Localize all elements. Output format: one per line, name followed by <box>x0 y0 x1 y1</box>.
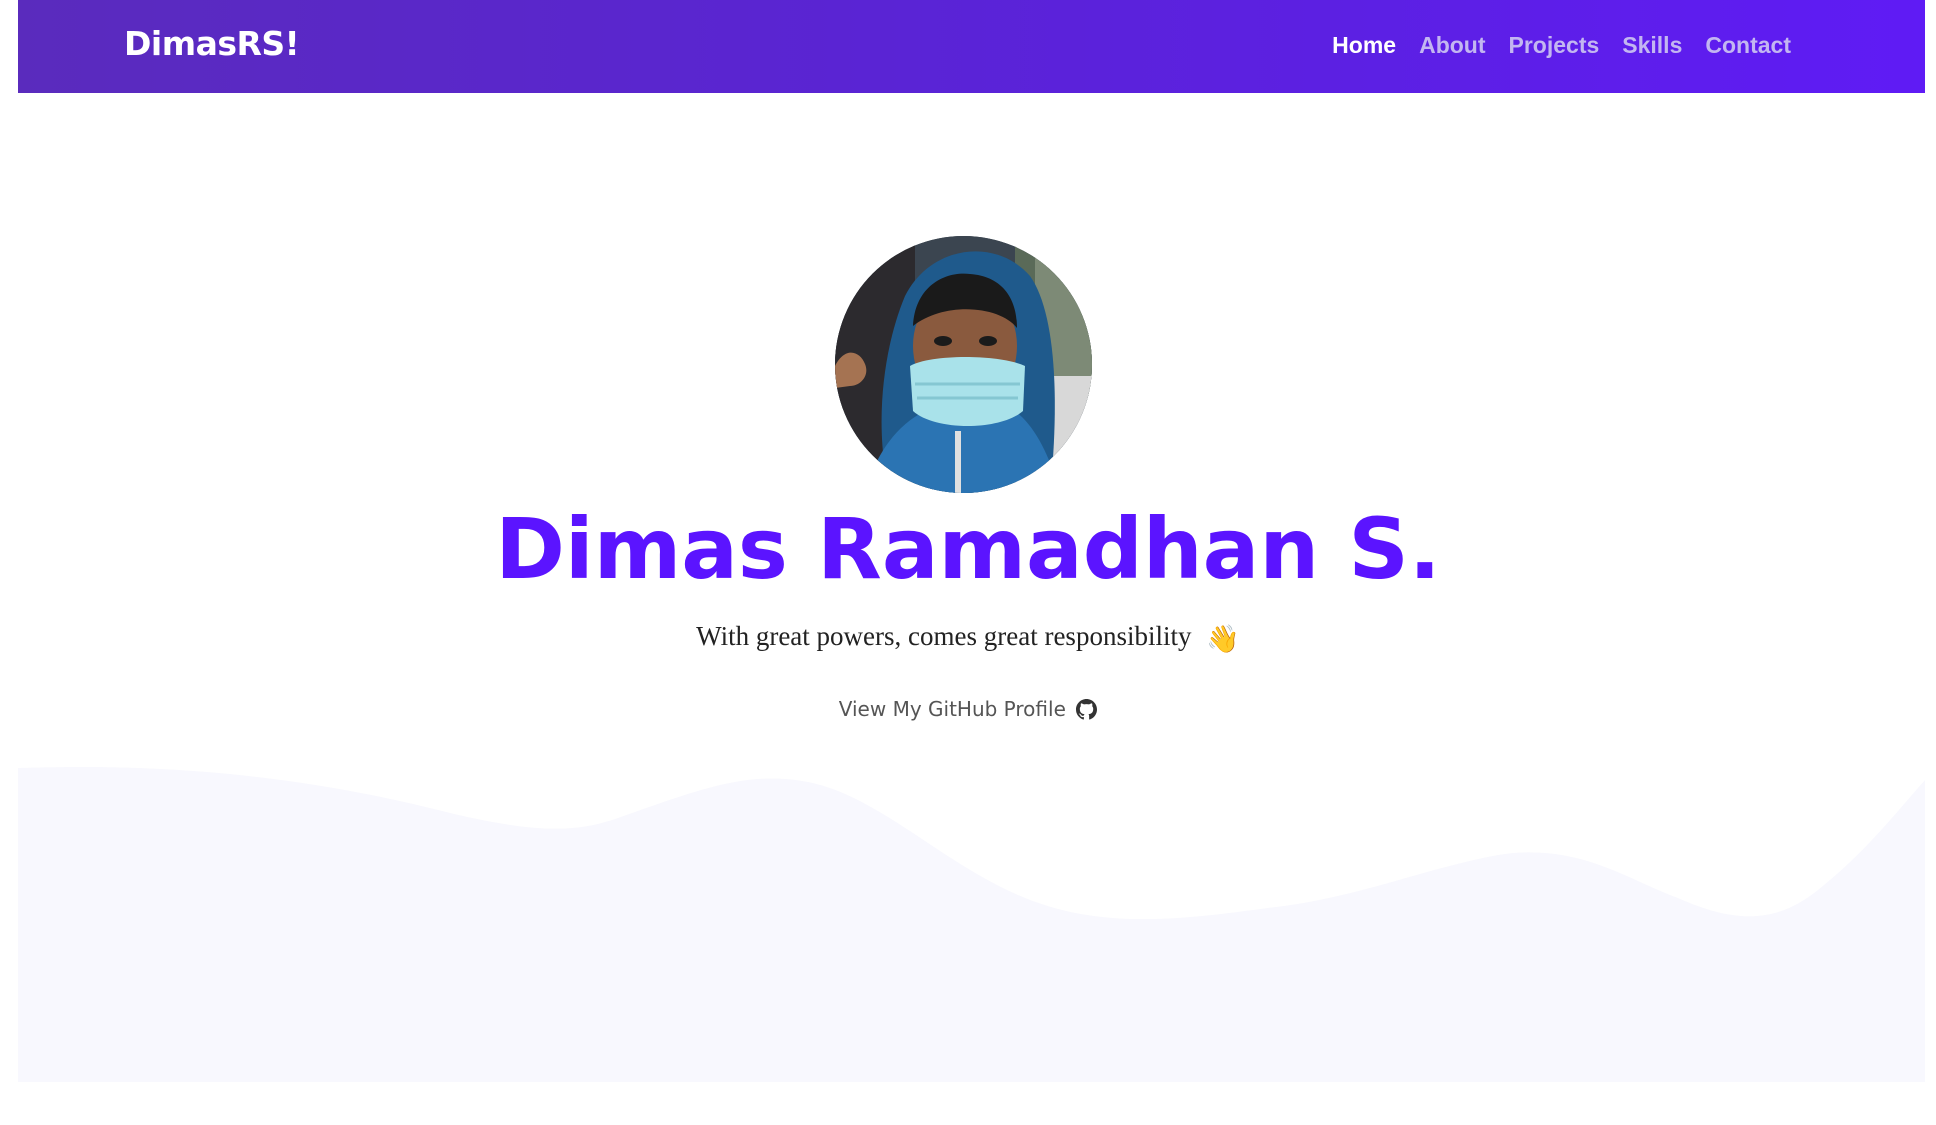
wave-background <box>18 766 1925 1082</box>
navbar: DimasRS! Home About Projects Skills Cont… <box>18 0 1925 93</box>
hero-name: Dimas Ramadhan S. <box>495 500 1441 598</box>
profile-avatar <box>835 236 1092 493</box>
nav-link-home[interactable]: Home <box>1332 32 1396 59</box>
page: DimasRS! Home About Projects Skills Cont… <box>0 0 1936 1125</box>
waving-hand-icon: 👋 <box>1206 623 1240 654</box>
nav-links: Home About Projects Skills Contact <box>1332 32 1791 59</box>
github-icon <box>1076 699 1098 725</box>
nav-link-skills[interactable]: Skills <box>1622 32 1682 59</box>
github-link-label: View My GitHub Profile <box>838 697 1066 721</box>
avatar-photo <box>835 236 1092 493</box>
hero-tagline-row: With great powers, comes great responsib… <box>0 621 1936 655</box>
hero-tagline: With great powers, comes great responsib… <box>696 621 1192 651</box>
github-profile-link[interactable]: View My GitHub Profile <box>0 697 1936 725</box>
nav-link-about[interactable]: About <box>1419 32 1485 59</box>
nav-link-projects[interactable]: Projects <box>1509 32 1600 59</box>
nav-link-contact[interactable]: Contact <box>1705 32 1791 59</box>
brand-logo[interactable]: DimasRS! <box>124 24 300 63</box>
